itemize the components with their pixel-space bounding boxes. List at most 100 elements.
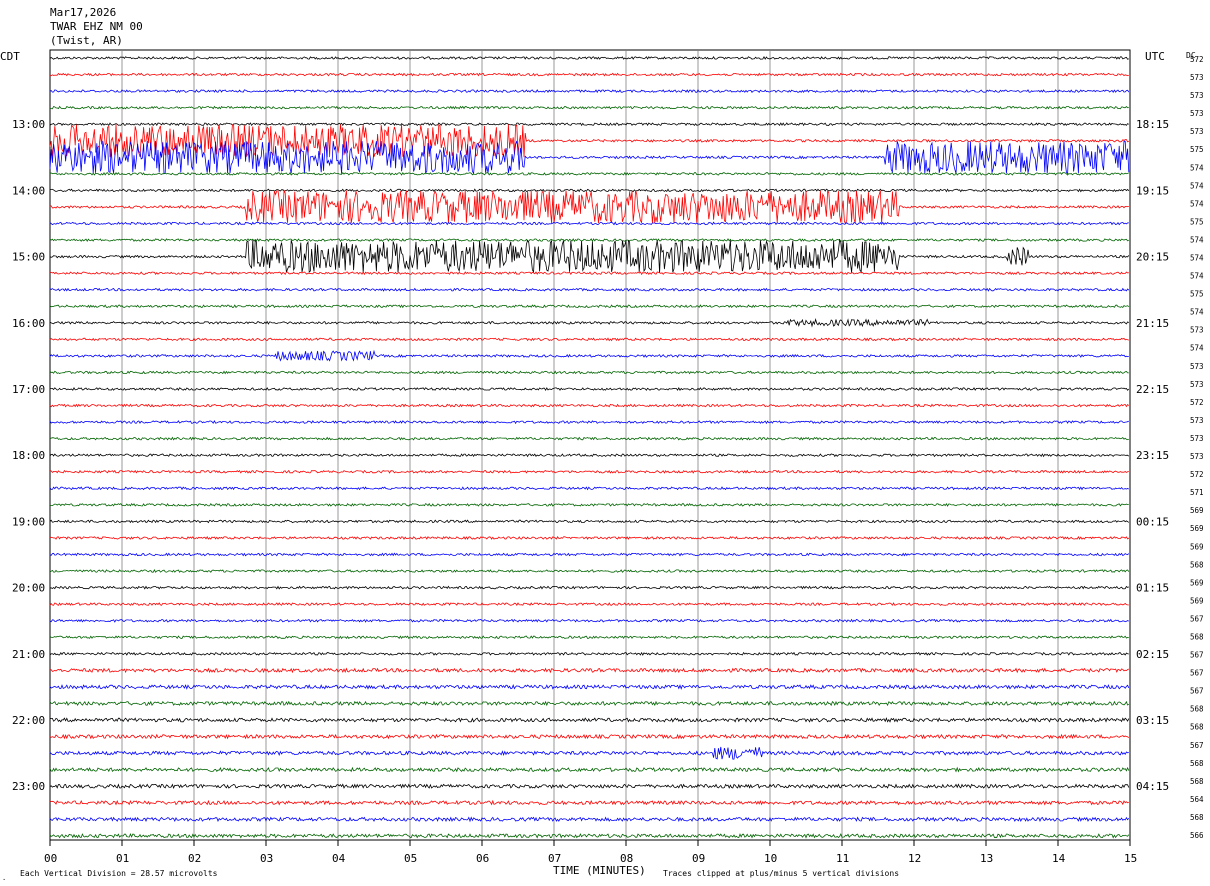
trace-row-35 (49, 635, 1129, 640)
trace-row-29 (50, 535, 1130, 540)
dc-offset-label: 574 (1190, 199, 1204, 208)
dc-offset-label: 568 (1190, 705, 1204, 714)
dc-offset-label: 573 (1190, 380, 1204, 389)
trace-row-46 (49, 816, 1130, 823)
trace-row-26 (49, 486, 1129, 491)
x-tick-label: 11 (836, 852, 849, 865)
x-tick-label: 12 (908, 852, 921, 865)
left-time-label: 19:00 (12, 515, 45, 528)
dc-offset-label: 566 (1190, 831, 1204, 840)
x-tick-label: 13 (980, 852, 993, 865)
x-tick-label: 05 (404, 852, 417, 865)
x-axis-label: TIME (MINUTES) (553, 864, 646, 877)
dc-offset-label: 569 (1190, 542, 1204, 551)
trace-row-3 (50, 105, 1129, 110)
left-time-label: 14:00 (12, 184, 45, 197)
dc-offset-label: 573 (1190, 362, 1204, 371)
left-time-label: 23:00 (12, 780, 45, 793)
x-axis: 00 01 02 03 04 05 06 07 08 09 10 11 12 13 14 15 (44, 840, 1137, 865)
seismogram-plot: Mar17,2026 TWAR EHZ NM 00 (Twist, AR) CD… (0, 6, 1204, 882)
dc-offset-label: 569 (1190, 596, 1204, 605)
dc-offset-label: 568 (1190, 632, 1204, 641)
trace-row-12 (49, 238, 1130, 274)
dc-offset-label: 574 (1190, 235, 1204, 244)
dc-offset-label: 574 (1190, 163, 1204, 172)
dc-offset-label: 575 (1190, 290, 1204, 299)
trace-row-21 (49, 403, 1130, 408)
trace-row-10 (49, 221, 1129, 226)
header-station: TWAR EHZ NM 00 (50, 20, 143, 33)
dc-offset-label: 568 (1190, 777, 1204, 786)
trace-row-28 (49, 519, 1130, 524)
right-time-label: 03:15 (1136, 714, 1169, 727)
trace-row-31 (49, 569, 1130, 573)
right-time-label: 22:15 (1136, 383, 1169, 396)
dc-offset-label: 569 (1190, 506, 1204, 515)
dc-offset-label: 572 (1190, 398, 1204, 407)
right-time-label: 02:15 (1136, 648, 1169, 661)
right-time-label: 01:15 (1136, 582, 1169, 595)
dc-offset-labels: 572 573 573 573 573 575 574 574 574 575 574 574 574 5… (1190, 55, 1204, 840)
dc-offset-label: 564 (1190, 795, 1204, 804)
trace-row-4 (49, 122, 1130, 127)
left-time-label: 13:00 (12, 118, 45, 131)
right-axis-title: UTC (1145, 50, 1165, 63)
x-tick-label: 06 (476, 852, 489, 865)
trace-row-27 (49, 502, 1129, 507)
x-tick-label: 15 (1124, 852, 1137, 865)
right-time-label: 19:15 (1136, 184, 1169, 197)
left-time-label: 20:00 (12, 582, 45, 595)
header-location: (Twist, AR) (50, 34, 123, 47)
trace-row-18 (49, 349, 1129, 362)
trace-row-34 (49, 618, 1129, 623)
dc-offset-label: 572 (1190, 470, 1204, 479)
x-tick-label: 01 (116, 852, 129, 865)
corner-mark: . (2, 874, 6, 882)
trace-row-13 (49, 271, 1129, 276)
trace-row-33 (49, 602, 1129, 607)
trace-row-17 (49, 337, 1129, 342)
x-tick-label: 09 (692, 852, 705, 865)
x-tick-label: 00 (44, 852, 57, 865)
trace-row-38 (49, 684, 1130, 690)
trace-row-1 (50, 72, 1129, 77)
dc-offset-label: 568 (1190, 759, 1204, 768)
dc-offset-label: 573 (1190, 416, 1204, 425)
trace-row-41 (49, 733, 1130, 740)
right-time-label: 18:15 (1136, 118, 1169, 131)
x-tick-label: 10 (764, 852, 777, 865)
trace-row-2 (49, 89, 1130, 94)
trace-row-39 (49, 700, 1130, 707)
trace-row-36 (49, 651, 1129, 656)
trace-row-25 (49, 469, 1129, 474)
dc-offset-label: 568 (1190, 813, 1204, 822)
dc-offset-label: 567 (1190, 687, 1204, 696)
dc-offset-label: 574 (1190, 344, 1204, 353)
dc-offset-label: 574 (1190, 254, 1204, 263)
dc-offset-label: 573 (1190, 109, 1204, 118)
scale-note: Each Vertical Division = 28.57 microvolt… (20, 869, 218, 878)
right-time-label: 04:15 (1136, 780, 1169, 793)
trace-row-23 (49, 436, 1129, 441)
trace-row-20 (50, 386, 1130, 392)
x-tick-label: 14 (1052, 852, 1066, 865)
left-time-label: 15:00 (12, 251, 45, 264)
left-time-label: 18:00 (12, 449, 45, 462)
dc-offset-label: 567 (1190, 669, 1204, 678)
dc-offset-label: 573 (1190, 73, 1204, 82)
dc-offset-label: 571 (1190, 488, 1204, 497)
x-tick-label: 03 (260, 852, 273, 865)
dc-offset-label: 567 (1190, 741, 1204, 750)
right-time-label: 21:15 (1136, 317, 1169, 330)
header-date: Mar17,2026 (50, 6, 116, 19)
dc-offset-label: 573 (1190, 452, 1204, 461)
trace-row-42 (49, 746, 1129, 760)
trace-row-32 (49, 585, 1129, 590)
trace-rows (49, 55, 1130, 839)
trace-row-47 (49, 833, 1130, 839)
right-time-label: 23:15 (1136, 449, 1169, 462)
dc-offset-label: 575 (1190, 217, 1204, 226)
dc-offset-label: 572 (1190, 55, 1204, 64)
dc-offset-label: 569 (1190, 524, 1204, 533)
trace-row-22 (49, 420, 1129, 425)
